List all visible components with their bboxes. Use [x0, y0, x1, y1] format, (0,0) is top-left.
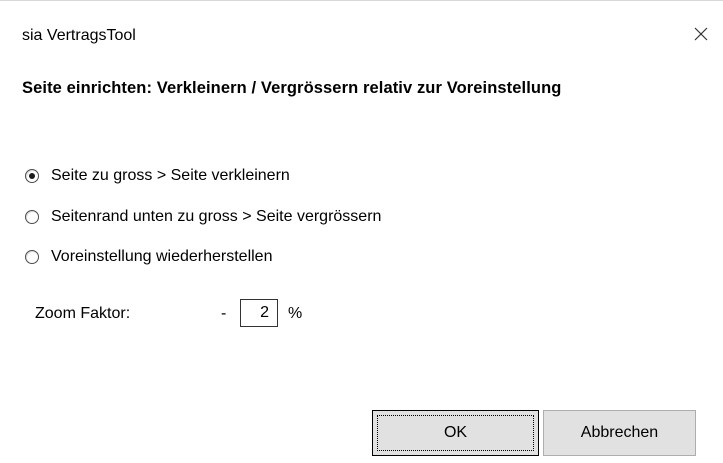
zoom-sign: - [221, 305, 227, 322]
option-restore-default[interactable]: Voreinstellung wiederherstellen [25, 248, 272, 266]
option-label: Seitenrand unten zu gross > Seite vergrö… [51, 208, 382, 225]
zoom-unit: % [288, 305, 303, 322]
radio-button[interactable] [25, 250, 39, 264]
option-shrink-page[interactable]: Seite zu gross > Seite verkleinern [25, 167, 290, 185]
ok-button[interactable]: OK [372, 410, 539, 456]
option-label: Seite zu gross > Seite verkleinern [51, 167, 290, 184]
window-title: sia VertragsTool [22, 27, 136, 44]
ok-button-label: OK [443, 424, 468, 441]
zoom-factor-label: Zoom Faktor: [35, 305, 131, 322]
radio-button[interactable] [25, 210, 39, 224]
dialog-heading: Seite einrichten: Verkleinern / Vergröss… [22, 79, 562, 97]
cancel-button-label: Abbrechen [580, 424, 659, 441]
dialog-window: sia VertragsTool Seite einrichten: Verkl… [0, 0, 723, 463]
option-label: Voreinstellung wiederherstellen [51, 248, 273, 265]
cancel-button[interactable]: Abbrechen [543, 410, 696, 456]
option-enlarge-page[interactable]: Seitenrand unten zu gross > Seite vergrö… [25, 208, 381, 226]
close-icon [694, 27, 708, 41]
radio-button[interactable] [25, 169, 39, 183]
zoom-factor-input[interactable] [240, 299, 278, 327]
close-button[interactable] [688, 21, 714, 47]
